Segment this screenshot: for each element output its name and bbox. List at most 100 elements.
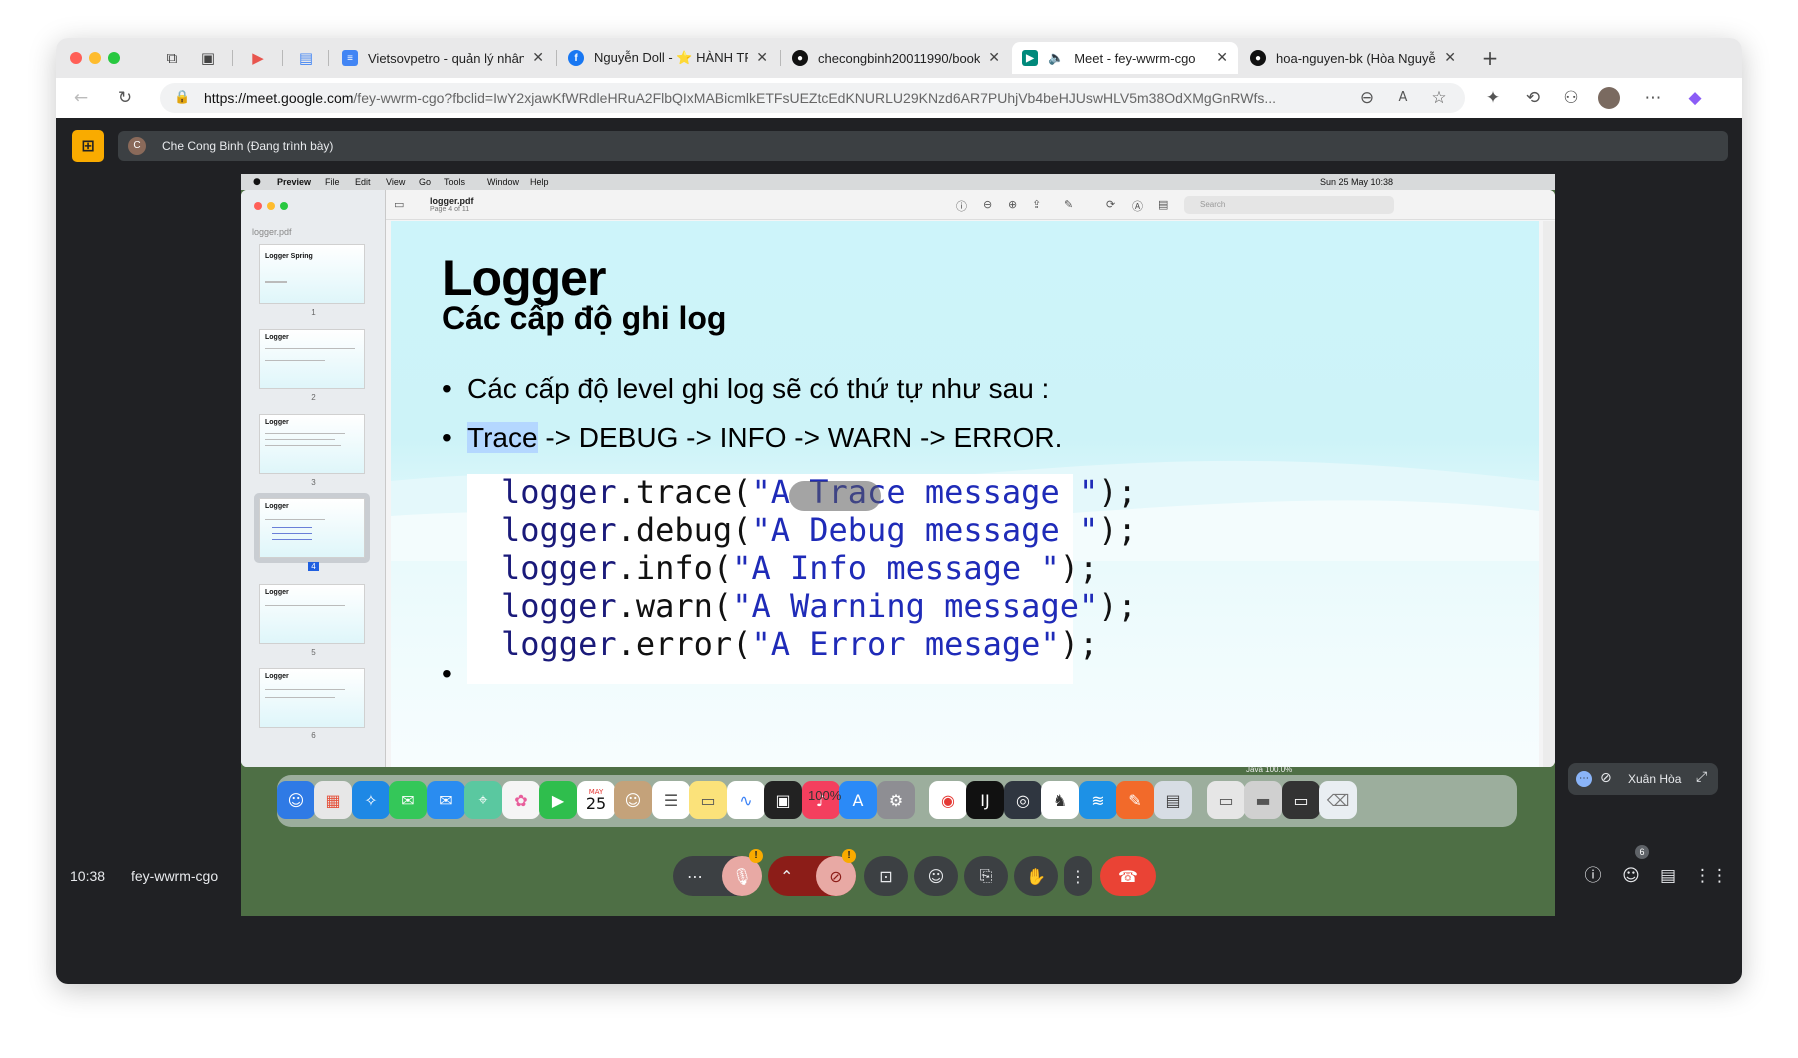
docs-pinned-tab-icon[interactable]: ▤ [296,48,316,68]
activities-icon[interactable]: ⋮⋮ [1694,864,1728,888]
page-indicator: Page 4 of 11 [430,206,470,213]
camera-off-icon: ⊘ [1600,770,1612,786]
speaker-icon[interactable]: 🔈 [1048,51,1064,66]
docs-icon: ≡ [342,50,358,66]
tab-vietsovpetro[interactable]: ≡ Vietsovpetro - quản lý nhân sự ✕ [332,42,554,74]
preview-search-field: Search [1184,196,1394,214]
slide-subtitle: Các cấp độ ghi log [442,300,727,336]
new-tab-icon[interactable]: + [1480,48,1500,68]
tv-icon: ▣ [764,781,802,819]
workspaces-icon[interactable]: ⧉ [162,48,182,68]
remote-cursor-overlay [789,481,881,511]
reactions-button[interactable]: ☺ [914,856,958,896]
bullet-levels-order: • Các cấp độ level ghi log sẽ có thứ tự n… [442,373,1050,404]
close-tab-icon[interactable]: ✕ [756,50,768,66]
menubar-clock: Sun 25 May 10:38 [1320,177,1394,187]
meeting-clock: 10:38 [70,868,106,884]
captions-button[interactable]: ⎘ [964,856,1008,896]
docker-icon: ≋ [1079,781,1117,819]
markup-pen-icon: ✎ [1064,198,1074,211]
present-screen-button[interactable]: ⊡ [864,856,908,896]
close-window-button[interactable] [70,52,82,64]
youtube-pinned-tab-icon[interactable]: ▶ [248,48,268,68]
postman-icon: ✎ [1116,781,1154,819]
meeting-details-icon[interactable]: ⓘ [1581,864,1605,888]
chevron-up-icon[interactable]: ⌃ [780,867,793,886]
presentation-icon[interactable]: ⊞ [72,130,104,162]
close-tab-icon[interactable]: ✕ [988,50,1000,66]
page-thumbnail-2: Logger [259,329,365,389]
menu-edit: Edit [355,177,371,187]
vertical-tabs-icon[interactable]: ▣ [198,48,218,68]
java-label: Java 100.0% [1246,765,1293,774]
meet-icon: ▶ [1022,50,1038,66]
mac-menubar: ● Preview File Edit View Go Tools Window… [241,174,1555,190]
tab-github-hoa[interactable]: ● hoa-nguyen-bk (Hòa Nguyễn) ✕ [1240,42,1466,74]
leave-call-button[interactable]: ☎ [1100,856,1156,896]
preview-toolbar: ▭ logger.pdf Page 4 of 11 ⓘ ⊖ ⊕ ⇪ ✎ ⟳ Ⓐ … [386,190,1555,220]
participants-badge: 6 [1635,845,1649,859]
minimize-window-button[interactable] [89,52,101,64]
mail-icon: ✉ [427,781,465,819]
rotate-icon: ⟳ [1106,198,1116,211]
more-options-button[interactable]: ⋮ [1064,856,1092,896]
tab-github-bookshop[interactable]: ● checongbinh20011990/booksh ✕ [782,42,1010,74]
browser-window: ⧉ ▣ ▶ ▤ ≡ Vietsovpetro - quản lý nhân sự… [56,38,1742,984]
profile-avatar[interactable] [1598,87,1620,109]
sequel-icon: ♞ [1041,781,1079,819]
preview-scrollbar [1543,221,1555,767]
sidebar-toggle-icon: ▭ [394,198,405,211]
refresh-icon[interactable]: ↻ [114,87,136,109]
people-icon[interactable]: ☺ [1619,864,1643,888]
meet-stage: ⊞ C Che Cong Binh (Đang trình bày) ● Pre… [56,118,1742,984]
performance-icon[interactable]: ⚇ [1560,87,1582,109]
back-icon[interactable]: ← [70,87,92,109]
menu-go: Go [419,177,432,187]
intellij-icon: IJ [966,781,1004,819]
page-thumbnail-6: Logger [259,668,365,728]
extensions-icon[interactable]: ✦ [1482,87,1504,109]
camera-off-icon: ⊘ [829,866,843,886]
expand-icon[interactable]: ⤢ [1696,769,1707,785]
menu-preview: Preview [277,177,312,187]
tab-meet[interactable]: ▶ 🔈 Meet - fey-wwrm-cgo ✕ [1012,42,1238,74]
history-icon[interactable]: ⟲ [1522,87,1544,109]
close-tab-icon[interactable]: ✕ [1216,50,1228,66]
pdf-page: Logger Các cấp độ ghi log • Các cấp độ le… [391,221,1539,767]
calendar-icon: MAY 25 [577,781,615,819]
site-info-icon[interactable]: 🔒 [174,83,190,113]
favorite-star-icon[interactable]: ☆ [1428,87,1450,109]
github-icon: ● [1250,50,1266,66]
page-thumbnail-4[interactable]: Logger [259,498,365,558]
emoji-icon: ☺ [927,866,945,886]
thumbnail-sidebar: logger.pdf Logger Spring 1 Logger 2 Logg… [241,190,386,767]
read-aloud-icon[interactable]: A [1392,87,1414,109]
address-bar-row: ← ↻ 🔒 https://meet.google.com/fey-wwrm-c… [56,78,1742,118]
meeting-code: fey-wwrm-cgo [131,868,219,884]
mac-dock: ☺ ▦ ✧ ✉ ✉ ⌖ ✿ ▶ MAY 25 ☺ ☰ ▭ ∿ ▣ ♪ A ⚙ ◉ … [277,775,1517,827]
menu-file: File [325,177,340,187]
url-field[interactable]: 🔒 https://meet.google.com/fey-wwrm-cgo?f… [160,83,1465,113]
shared-screen: ● Preview File Edit View Go Tools Window… [241,174,1555,916]
more-menu-icon[interactable]: ⋯ [1642,87,1664,109]
more-dots-icon[interactable]: ⋯ [1576,771,1592,787]
copilot-icon[interactable]: ◆ [1684,87,1706,109]
close-tab-icon[interactable]: ✕ [1444,50,1456,66]
menu-tools: Tools [444,177,466,187]
close-tab-icon[interactable]: ✕ [532,50,544,66]
self-view-tile[interactable]: ⋯ ⊘ Xuân Hòa ⤢ [1568,763,1718,795]
finder-icon: ☺ [277,781,315,819]
app-store-icon: A [839,781,877,819]
empty-bullet: • [442,658,452,689]
camera-warning-icon: ! [842,849,856,863]
zoom-icon[interactable]: ⊖ [1356,87,1378,109]
contacts-icon: ☺ [614,781,652,819]
presenter-bar: C Che Cong Binh (Đang trình bày) [118,131,1728,161]
raise-hand-button[interactable]: ✋ [1014,856,1058,896]
more-audio-icon[interactable]: ⋯ [687,867,703,886]
menu-window: Window [487,177,520,187]
chat-icon[interactable]: ▤ [1656,864,1680,888]
messages-icon: ✉ [389,781,427,819]
zoom-window-button[interactable] [108,52,120,64]
tab-facebook[interactable]: f Nguyễn Doll - ⭐ HÀNH TRÌNH ✕ [558,42,778,74]
